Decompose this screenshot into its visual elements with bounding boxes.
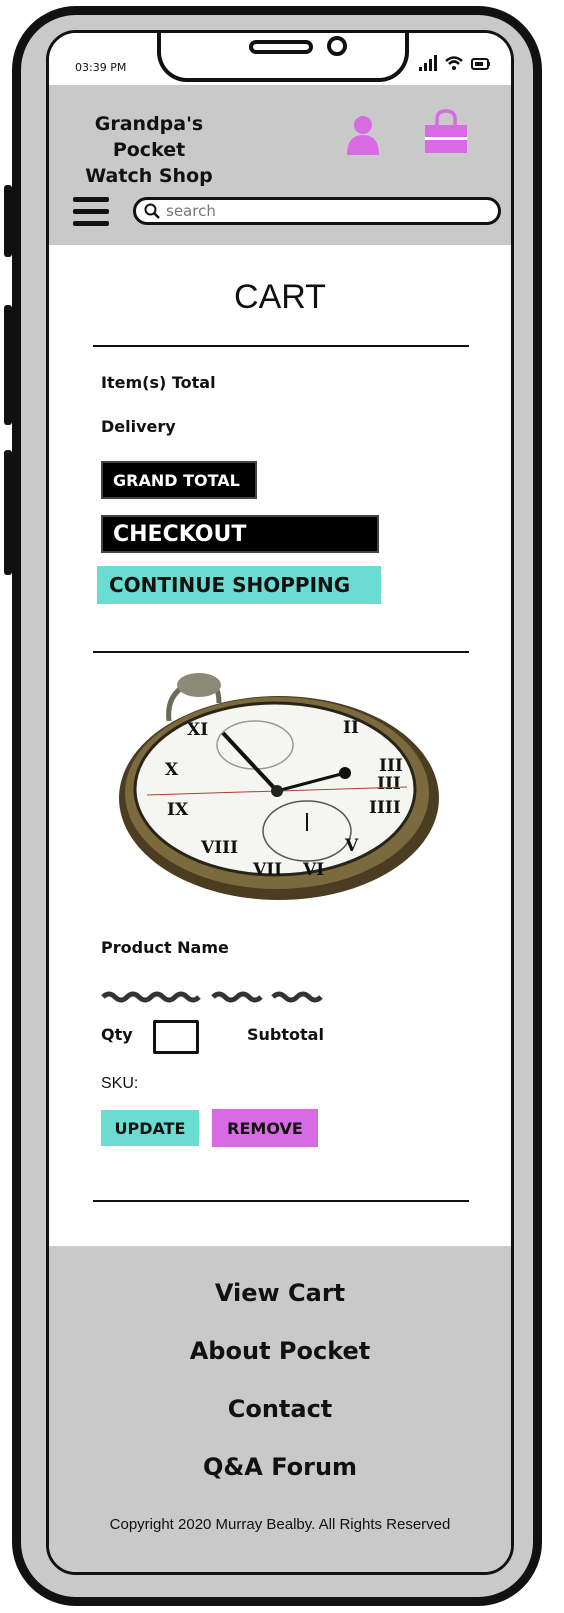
- footer-link-contact[interactable]: Contact: [49, 1395, 511, 1423]
- subtotal-label: Subtotal: [247, 1025, 324, 1044]
- quantity-input[interactable]: [153, 1020, 199, 1054]
- phone-notch: [157, 33, 409, 82]
- shop-name-line2: Watch Shop: [85, 165, 213, 187]
- divider: [93, 345, 469, 347]
- phone-screen: 03:39 PM Grandpa's Pocket Watch Shop sea…: [46, 30, 514, 1575]
- update-button[interactable]: UPDATE: [101, 1110, 199, 1146]
- status-bar: 03:39 PM: [49, 33, 511, 85]
- svg-text:V: V: [344, 836, 359, 856]
- signal-icon: [419, 55, 437, 71]
- status-icons: [419, 55, 491, 71]
- site-header: Grandpa's Pocket Watch Shop: [49, 85, 511, 245]
- hamburger-menu-icon[interactable]: [73, 195, 109, 229]
- sku-label: SKU:: [101, 1075, 139, 1092]
- product-name-label: Product Name: [101, 938, 229, 957]
- divider: [93, 651, 469, 653]
- items-total-label: Item(s) Total: [101, 373, 216, 392]
- status-time: 03:39 PM: [75, 61, 127, 74]
- qty-label: Qty: [101, 1025, 133, 1044]
- remove-button[interactable]: REMOVE: [212, 1109, 318, 1147]
- site-footer: View Cart About Pocket Contact Q&A Forum…: [49, 1246, 511, 1572]
- copyright-text: Copyright 2020 Murray Bealby. All Rights…: [109, 1516, 451, 1533]
- svg-text:IX: IX: [167, 800, 189, 820]
- phone-side-button: [4, 185, 12, 257]
- search-icon: [144, 203, 160, 219]
- svg-text:XI: XI: [187, 720, 208, 740]
- camera-icon: [327, 36, 347, 56]
- user-account-icon[interactable]: [345, 115, 381, 155]
- svg-text:III: III: [377, 774, 401, 794]
- footer-link-view-cart[interactable]: View Cart: [49, 1279, 511, 1307]
- shop-name-line1: Grandpa's Pocket: [94, 113, 204, 161]
- battery-icon: [471, 58, 490, 70]
- svg-text:VIII: VIII: [200, 838, 238, 858]
- phone-volume-up-button: [4, 305, 12, 425]
- footer-link-about[interactable]: About Pocket: [49, 1337, 511, 1365]
- product-description-scribble: [101, 991, 323, 1003]
- svg-text:X: X: [165, 760, 179, 780]
- svg-text:VII: VII: [252, 860, 282, 880]
- svg-text:II: II: [343, 718, 359, 738]
- search-bar[interactable]: [133, 197, 501, 225]
- shopping-bag-icon[interactable]: [423, 109, 469, 155]
- footer-link-qa-forum[interactable]: Q&A Forum: [49, 1453, 511, 1481]
- divider: [93, 1200, 469, 1202]
- svg-text:VI: VI: [302, 860, 324, 880]
- delivery-label: Delivery: [101, 417, 176, 436]
- svg-text:IIII: IIII: [369, 798, 401, 818]
- continue-shopping-button[interactable]: CONTINUE SHOPPING: [97, 566, 381, 604]
- pocket-watch-product-image[interactable]: IIIIIII VVI VIIVIII IXX XI IIIII: [107, 663, 443, 913]
- shop-logo[interactable]: Grandpa's Pocket Watch Shop: [69, 111, 229, 189]
- page-title: CART: [234, 278, 326, 316]
- speaker-icon: [249, 40, 313, 54]
- wifi-icon: [445, 56, 463, 70]
- checkout-button[interactable]: CHECKOUT: [101, 515, 379, 553]
- grand-total-label: GRAND TOTAL: [101, 461, 257, 499]
- phone-volume-down-button: [4, 450, 12, 575]
- search-input[interactable]: [164, 201, 468, 221]
- svg-text:III: III: [379, 756, 403, 776]
